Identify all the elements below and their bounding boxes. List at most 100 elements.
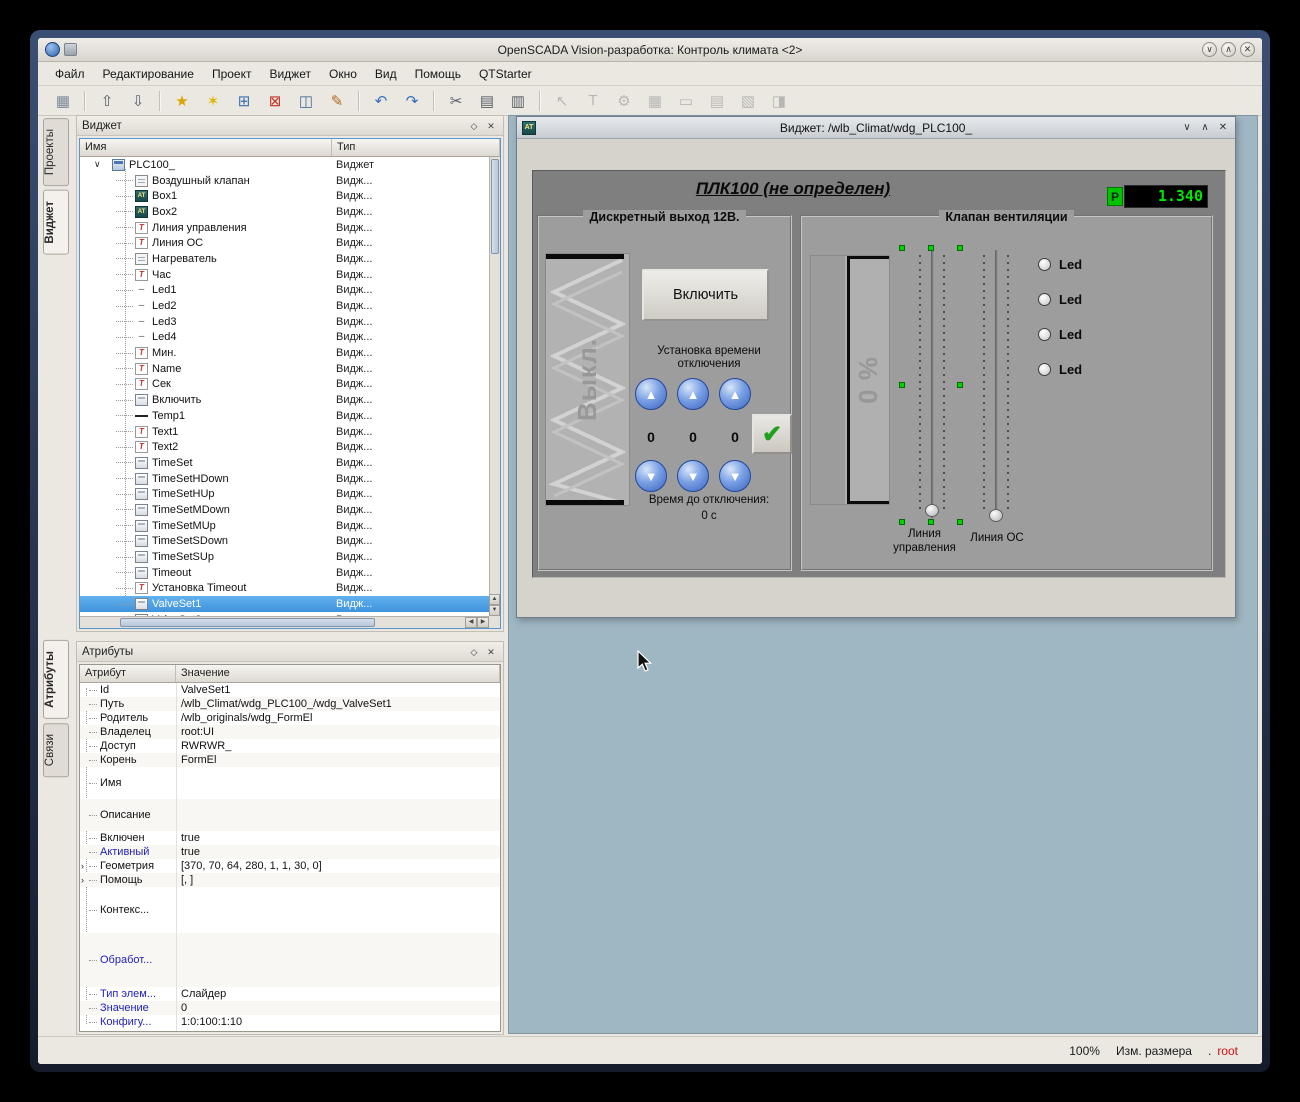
tree-row-Led4[interactable]: Led4Видж... xyxy=(80,330,489,346)
led-indicator-1[interactable]: Led xyxy=(1038,257,1158,271)
tab-Виджет[interactable]: Виджет xyxy=(43,190,69,255)
child-maximize-button[interactable]: ∧ xyxy=(1197,120,1213,136)
tree-row-Сек[interactable]: TСекВидж... xyxy=(80,377,489,393)
selection-handle[interactable] xyxy=(957,245,963,251)
attr-row-Помощь[interactable]: ›Помощь[, ] xyxy=(80,873,500,887)
menu-item-Редактирование[interactable]: Редактирование xyxy=(94,64,203,84)
child-window[interactable]: AT Виджет: /wlb_Climat/wdg_PLC100_ ∨∧✕ П… xyxy=(516,116,1236,618)
spin-down-button[interactable]: ▼ xyxy=(677,460,709,492)
menu-item-Проект[interactable]: Проект xyxy=(203,64,261,84)
attr-row-Геометрия[interactable]: ›Геометрия[370, 70, 64, 280, 1, 1, 30, 0… xyxy=(80,859,500,873)
attr-value[interactable]: /wlb_originals/wdg_FormEl xyxy=(176,712,500,724)
scroll-left-icon[interactable]: ◀ xyxy=(465,617,477,628)
redo-button[interactable]: ↷ xyxy=(399,88,425,114)
dock-float-icon[interactable]: ◇ xyxy=(467,119,481,133)
tree-row-Text1[interactable]: TText1Видж... xyxy=(80,424,489,440)
scroll-up-icon[interactable]: ▲ xyxy=(489,594,500,605)
menu-item-Окно[interactable]: Окно xyxy=(320,64,366,84)
tree-row-Час[interactable]: TЧасВидж... xyxy=(80,267,489,283)
attr-value[interactable]: 0 xyxy=(176,1002,500,1014)
attr-row-Значение[interactable]: Значение0 xyxy=(80,1001,500,1015)
titlebar[interactable]: OpenSCADA Vision-разработка: Контроль кл… xyxy=(38,38,1262,62)
tree-vertical-scrollbar[interactable]: ▲ ▼ xyxy=(489,157,500,616)
attr-value[interactable]: ValveSet1 xyxy=(176,684,500,696)
scroll-down-icon[interactable]: ▼ xyxy=(489,605,500,616)
tree-row-Temp1[interactable]: Temp1Видж... xyxy=(80,408,489,424)
attr-value[interactable]: FormEl xyxy=(176,754,500,766)
tree-row-Led1[interactable]: Led1Видж... xyxy=(80,283,489,299)
menu-item-Вид[interactable]: Вид xyxy=(366,64,406,84)
tree-row-TimeSetSDown[interactable]: TimeSetSDownВидж... xyxy=(80,534,489,550)
child-close-button[interactable]: ✕ xyxy=(1215,120,1231,136)
selection-handle[interactable] xyxy=(899,382,905,388)
shade-button[interactable]: ∨ xyxy=(1202,42,1217,57)
tree-row-TimeSetSUp[interactable]: TimeSetSUpВидж... xyxy=(80,549,489,565)
attr-value[interactable]: [370, 70, 64, 280, 1, 1, 30, 0] xyxy=(176,860,500,872)
attr-value[interactable]: [, ] xyxy=(176,874,500,886)
dock-close-icon[interactable]: ✕ xyxy=(484,645,498,659)
tree-row-Text2[interactable]: TText2Видж... xyxy=(80,439,489,455)
tree-row-Установка Timeout[interactable]: TУстановка TimeoutВидж... xyxy=(80,581,489,597)
tree-row-TimeSetHDown[interactable]: TimeSetHDownВидж... xyxy=(80,471,489,487)
tree-row-TimeSetHUp[interactable]: TimeSetHUpВидж... xyxy=(80,486,489,502)
attr-col-value[interactable]: Значение xyxy=(176,665,500,682)
attr-value[interactable]: root:UI xyxy=(176,726,500,738)
tree-row-Box2[interactable]: ATBox2Видж... xyxy=(80,204,489,220)
menu-item-Файл[interactable]: Файл xyxy=(46,64,94,84)
tab-Связи[interactable]: Связи xyxy=(43,723,69,777)
menu-item-Виджет[interactable]: Виджет xyxy=(260,64,320,84)
tab-Атрибуты[interactable]: Атрибуты xyxy=(43,640,69,719)
add-visual-item-button[interactable]: ⊞ xyxy=(231,88,257,114)
cut-button[interactable]: ✂ xyxy=(443,88,469,114)
tree-row-TimeSetMUp[interactable]: TimeSetMUpВидж... xyxy=(80,518,489,534)
scrollbar-thumb[interactable] xyxy=(491,159,499,254)
attr-row-Тип элем...[interactable]: Тип элем...Слайдер xyxy=(80,987,500,1001)
db-save-button[interactable]: ⇩ xyxy=(125,88,151,114)
visual-item-edit-button[interactable]: ✎ xyxy=(324,88,350,114)
attr-col-name[interactable]: Атрибут xyxy=(80,665,176,682)
selection-handle[interactable] xyxy=(928,245,934,251)
led-indicator-2[interactable]: Led xyxy=(1038,292,1158,306)
tree-col-name[interactable]: Имя xyxy=(80,139,332,156)
tree-row-Линия управления[interactable]: TЛиния управленияВидж... xyxy=(80,220,489,236)
spin-down-button[interactable]: ▼ xyxy=(719,460,751,492)
delete-visual-item-button[interactable]: ⊠ xyxy=(262,88,288,114)
new-visual-item-button[interactable]: ★ xyxy=(169,88,195,114)
maximize-button[interactable]: ∧ xyxy=(1221,42,1236,57)
new-library-button[interactable]: ✶ xyxy=(200,88,226,114)
spin-up-button[interactable]: ▲ xyxy=(635,378,667,410)
tree-row-Led2[interactable]: Led2Видж... xyxy=(80,298,489,314)
expander-icon[interactable]: › xyxy=(80,861,89,871)
attr-value[interactable]: 1:0:100:1:10 xyxy=(176,1016,500,1028)
tree-row-Воздушный клапан[interactable]: Воздушный клапанВидж... xyxy=(80,173,489,189)
expander-icon[interactable]: ∨ xyxy=(94,159,110,170)
scrollbar-thumb[interactable] xyxy=(120,618,375,627)
attr-value[interactable]: RWRWR_ xyxy=(176,740,500,752)
tree-row-Timeout[interactable]: TimeoutВидж... xyxy=(80,565,489,581)
tree-row-Led3[interactable]: Led3Видж... xyxy=(80,314,489,330)
slider2-handle[interactable] xyxy=(989,509,1003,522)
attr-row-Имя[interactable]: Имя xyxy=(80,767,500,799)
dock-float-icon[interactable]: ◇ xyxy=(467,645,481,659)
tree-horizontal-scrollbar[interactable]: ◀ ▶ xyxy=(80,616,489,628)
attr-row-Описание[interactable]: Описание xyxy=(80,799,500,831)
menu-item-QTStarter[interactable]: QTStarter xyxy=(470,64,541,84)
tree-row-Мин.[interactable]: TМин.Видж... xyxy=(80,345,489,361)
spin-up-button[interactable]: ▲ xyxy=(719,378,751,410)
attr-row-Корень[interactable]: КореньFormEl xyxy=(80,753,500,767)
enable-button[interactable]: Включить xyxy=(642,269,769,321)
attr-value[interactable]: Слайдер xyxy=(176,988,500,1000)
selection-handle[interactable] xyxy=(957,382,963,388)
visual-item-properties-button[interactable]: ◫ xyxy=(293,88,319,114)
close-button[interactable]: ✕ xyxy=(1240,42,1255,57)
confirm-button[interactable]: ✔ xyxy=(752,414,792,454)
tree-row-TimeSetMDown[interactable]: TimeSetMDownВидж... xyxy=(80,502,489,518)
attr-row-Обработ...[interactable]: Обработ... xyxy=(80,933,500,987)
tree-row-ValveSet1[interactable]: ValveSet1Видж... xyxy=(80,596,489,612)
spin-down-button[interactable]: ▼ xyxy=(635,460,667,492)
attr-row-Id[interactable]: IdValveSet1 xyxy=(80,683,500,697)
copy-button[interactable]: ▤ xyxy=(474,88,500,114)
tree-row-TimeSet[interactable]: TimeSetВидж... xyxy=(80,455,489,471)
tree-row-Box1[interactable]: ATBox1Видж... xyxy=(80,188,489,204)
undo-button[interactable]: ↶ xyxy=(368,88,394,114)
